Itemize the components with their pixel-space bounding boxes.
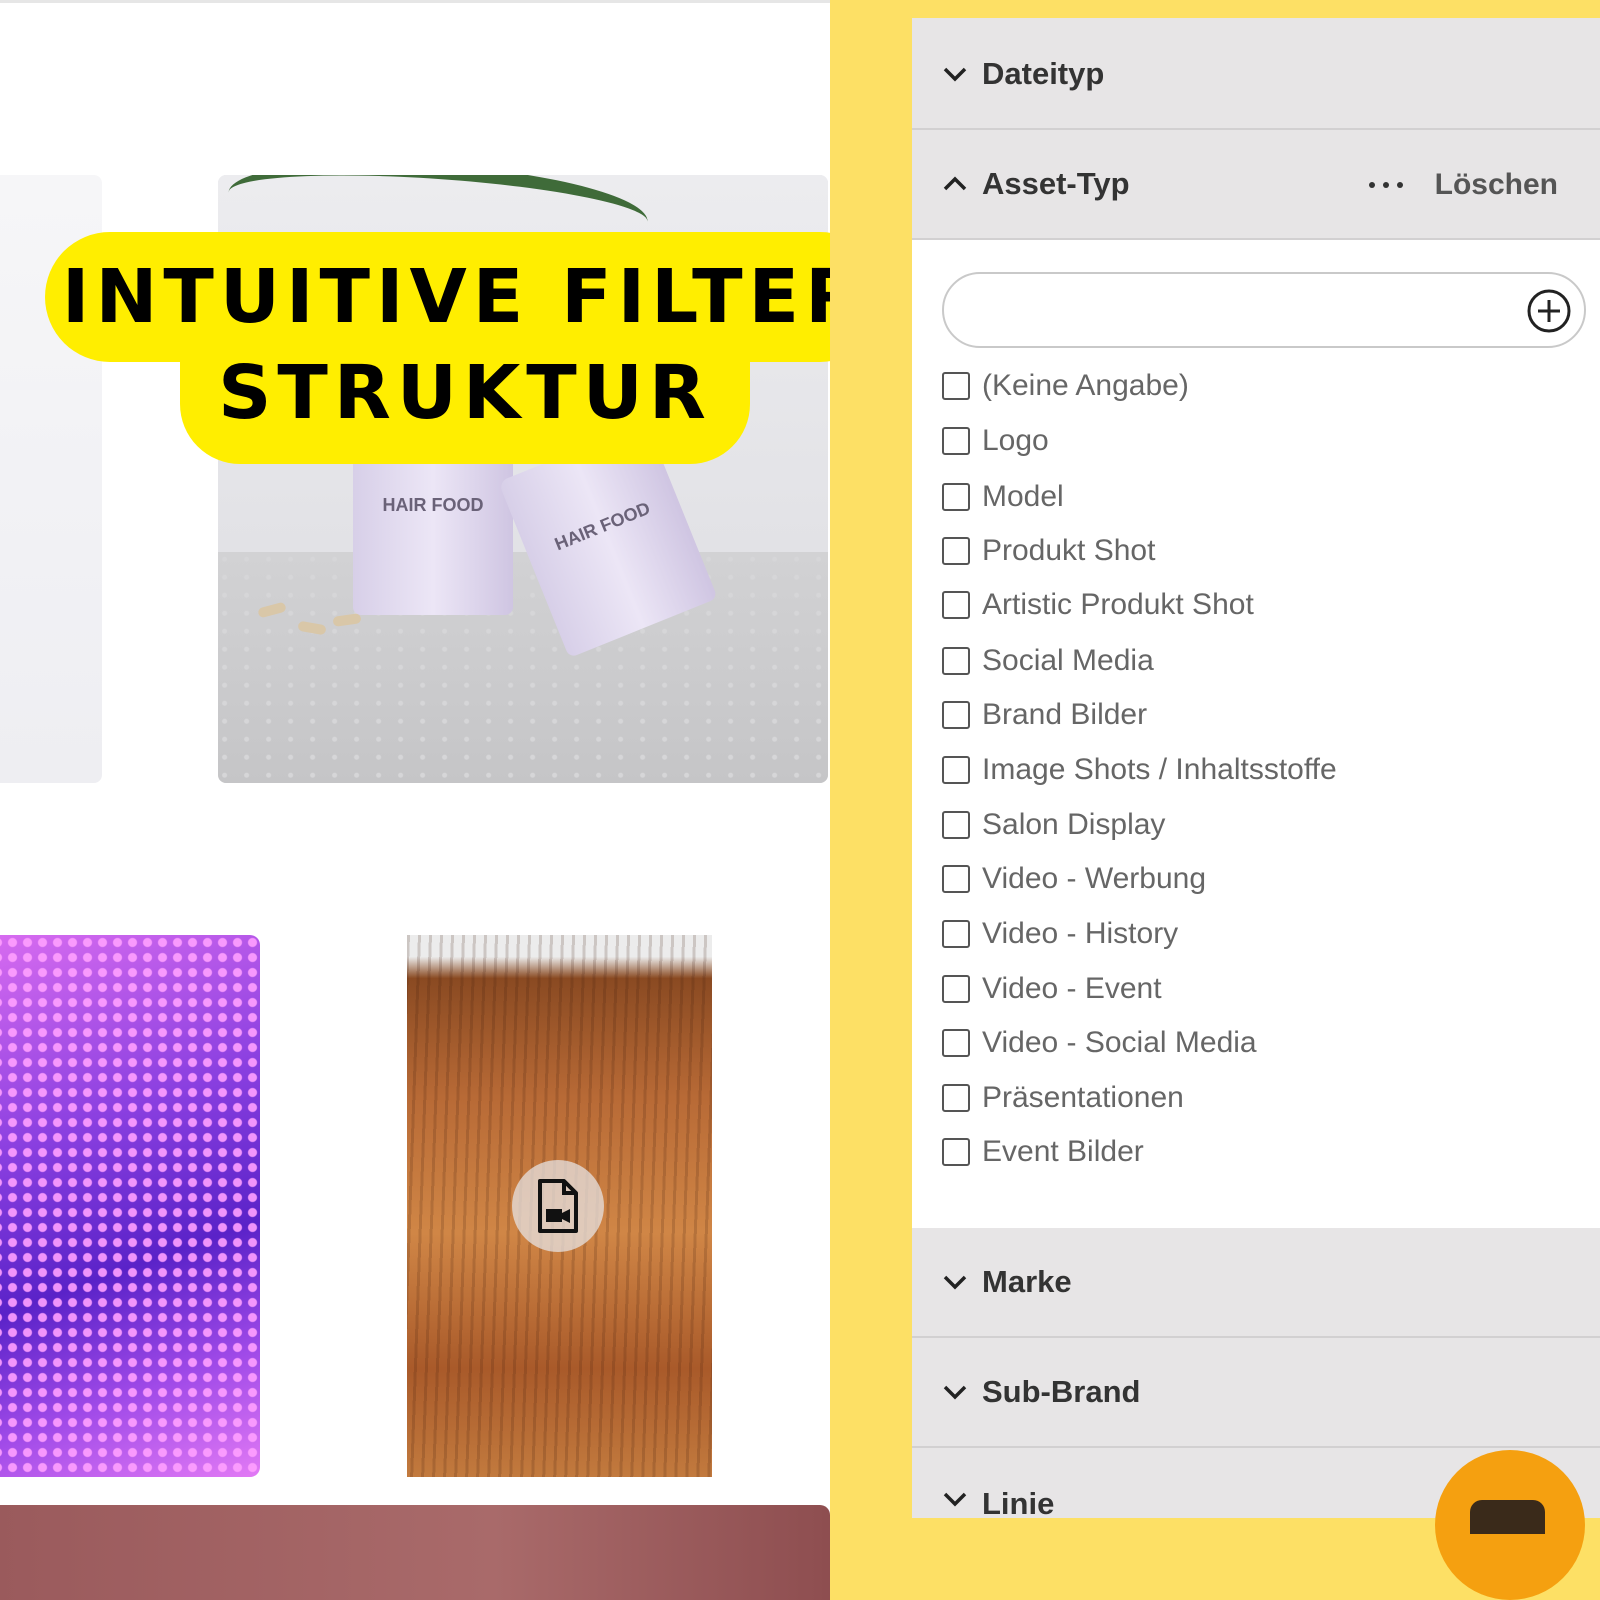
option-video-history[interactable]: Video - History	[942, 914, 1178, 954]
banner-line-2: STRUKTUR	[218, 350, 712, 436]
option-video-social-media[interactable]: Video - Social Media	[942, 1023, 1257, 1063]
chat-icon	[1470, 1500, 1545, 1534]
option-label: Produkt Shot	[982, 534, 1156, 567]
option-video-werbung[interactable]: Video - Werbung	[942, 859, 1206, 899]
filter-section-dateityp[interactable]: Dateityp	[912, 18, 1600, 130]
product-jar-label: HAIR FOOD	[382, 495, 484, 515]
asset-thumbnail-purple-pattern[interactable]	[0, 935, 260, 1477]
option-label: Artistic Produkt Shot	[982, 588, 1254, 621]
checkbox[interactable]	[942, 537, 970, 565]
checkbox[interactable]	[942, 427, 970, 455]
option-brand-bilder[interactable]: Brand Bilder	[942, 695, 1147, 735]
option-logo[interactable]: Logo	[942, 421, 1049, 461]
product-photo-table	[218, 551, 828, 783]
checkbox[interactable]	[942, 756, 970, 784]
option-produkt-shot[interactable]: Produkt Shot	[942, 531, 1155, 571]
option-label: Video - Event	[982, 972, 1162, 1005]
section-title: Marke	[982, 1264, 1072, 1299]
option-social-media[interactable]: Social Media	[942, 641, 1154, 681]
checkbox[interactable]	[942, 1084, 970, 1112]
chevron-down-icon	[943, 67, 967, 82]
option-label: (Keine Angabe)	[982, 369, 1189, 402]
asset-thumbnail-bottom[interactable]	[0, 1505, 830, 1600]
filter-area: Dateityp Asset-Typ Löschen (Keine Angabe…	[830, 0, 1600, 1600]
section-actions: Löschen	[1368, 130, 1558, 240]
option-label: Video - Social Media	[982, 1026, 1257, 1059]
chevron-down-icon	[943, 1385, 967, 1400]
asset-typ-search-input[interactable]	[942, 272, 1586, 348]
option-keine-angabe[interactable]: (Keine Angabe)	[942, 366, 1189, 406]
chevron-down-icon	[943, 1492, 967, 1507]
option-artistic-produkt-shot[interactable]: Artistic Produkt Shot	[942, 585, 1254, 625]
filter-section-sub-brand[interactable]: Sub-Brand	[912, 1338, 1600, 1448]
product-jar-label: HAIR FOOD	[551, 497, 653, 555]
checkbox[interactable]	[942, 483, 970, 511]
checkbox[interactable]	[942, 701, 970, 729]
more-dots-icon[interactable]	[1368, 182, 1403, 188]
checkbox[interactable]	[942, 1138, 970, 1166]
option-label: Salon Display	[982, 808, 1166, 841]
option-label: Video - Werbung	[982, 862, 1207, 895]
checkbox[interactable]	[942, 865, 970, 893]
section-title: Sub-Brand	[982, 1374, 1141, 1409]
option-label: Image Shots / Inhaltsstoffe	[982, 753, 1337, 786]
option-label: Event Bilder	[982, 1135, 1144, 1168]
section-title: Asset-Typ	[982, 166, 1130, 201]
option-video-event[interactable]: Video - Event	[942, 969, 1162, 1009]
option-label: Social Media	[982, 644, 1154, 677]
section-title: Dateityp	[982, 56, 1105, 91]
option-praesentationen[interactable]: Präsentationen	[942, 1078, 1184, 1118]
video-file-icon	[512, 1160, 604, 1252]
option-label: Brand Bilder	[982, 698, 1148, 731]
top-divider	[0, 0, 830, 3]
filter-section-marke[interactable]: Marke	[912, 1228, 1600, 1338]
option-label: Präsentationen	[982, 1081, 1184, 1114]
chevron-down-icon	[943, 1275, 967, 1290]
clear-button[interactable]: Löschen	[1435, 168, 1558, 202]
plus-circle-icon[interactable]	[1526, 288, 1572, 334]
checkbox[interactable]	[942, 647, 970, 675]
option-image-shots[interactable]: Image Shots / Inhaltsstoffe	[942, 750, 1337, 790]
option-label: Model	[982, 480, 1064, 513]
checkbox[interactable]	[942, 811, 970, 839]
option-salon-display[interactable]: Salon Display	[942, 805, 1165, 845]
checkbox[interactable]	[942, 1029, 970, 1057]
banner-line-1: INTUITIVE FILTER	[61, 254, 869, 340]
filter-section-asset-typ[interactable]: Asset-Typ Löschen	[912, 130, 1600, 240]
filter-panel: Dateityp Asset-Typ Löschen (Keine Angabe…	[912, 18, 1600, 1518]
option-label: Video - History	[982, 917, 1179, 950]
checkbox[interactable]	[942, 920, 970, 948]
chevron-up-icon	[943, 176, 967, 191]
option-label: Logo	[982, 424, 1049, 457]
asset-thumbnail-hair-video[interactable]	[407, 935, 712, 1477]
checkbox[interactable]	[942, 372, 970, 400]
checkbox[interactable]	[942, 591, 970, 619]
section-title: Linie	[982, 1486, 1055, 1518]
headline-banner: INTUITIVE FILTER STRUKTUR	[45, 232, 885, 464]
checkbox[interactable]	[942, 975, 970, 1003]
option-event-bilder[interactable]: Event Bilder	[942, 1132, 1144, 1172]
option-model[interactable]: Model	[942, 477, 1064, 517]
chat-launcher-button[interactable]	[1435, 1450, 1585, 1600]
